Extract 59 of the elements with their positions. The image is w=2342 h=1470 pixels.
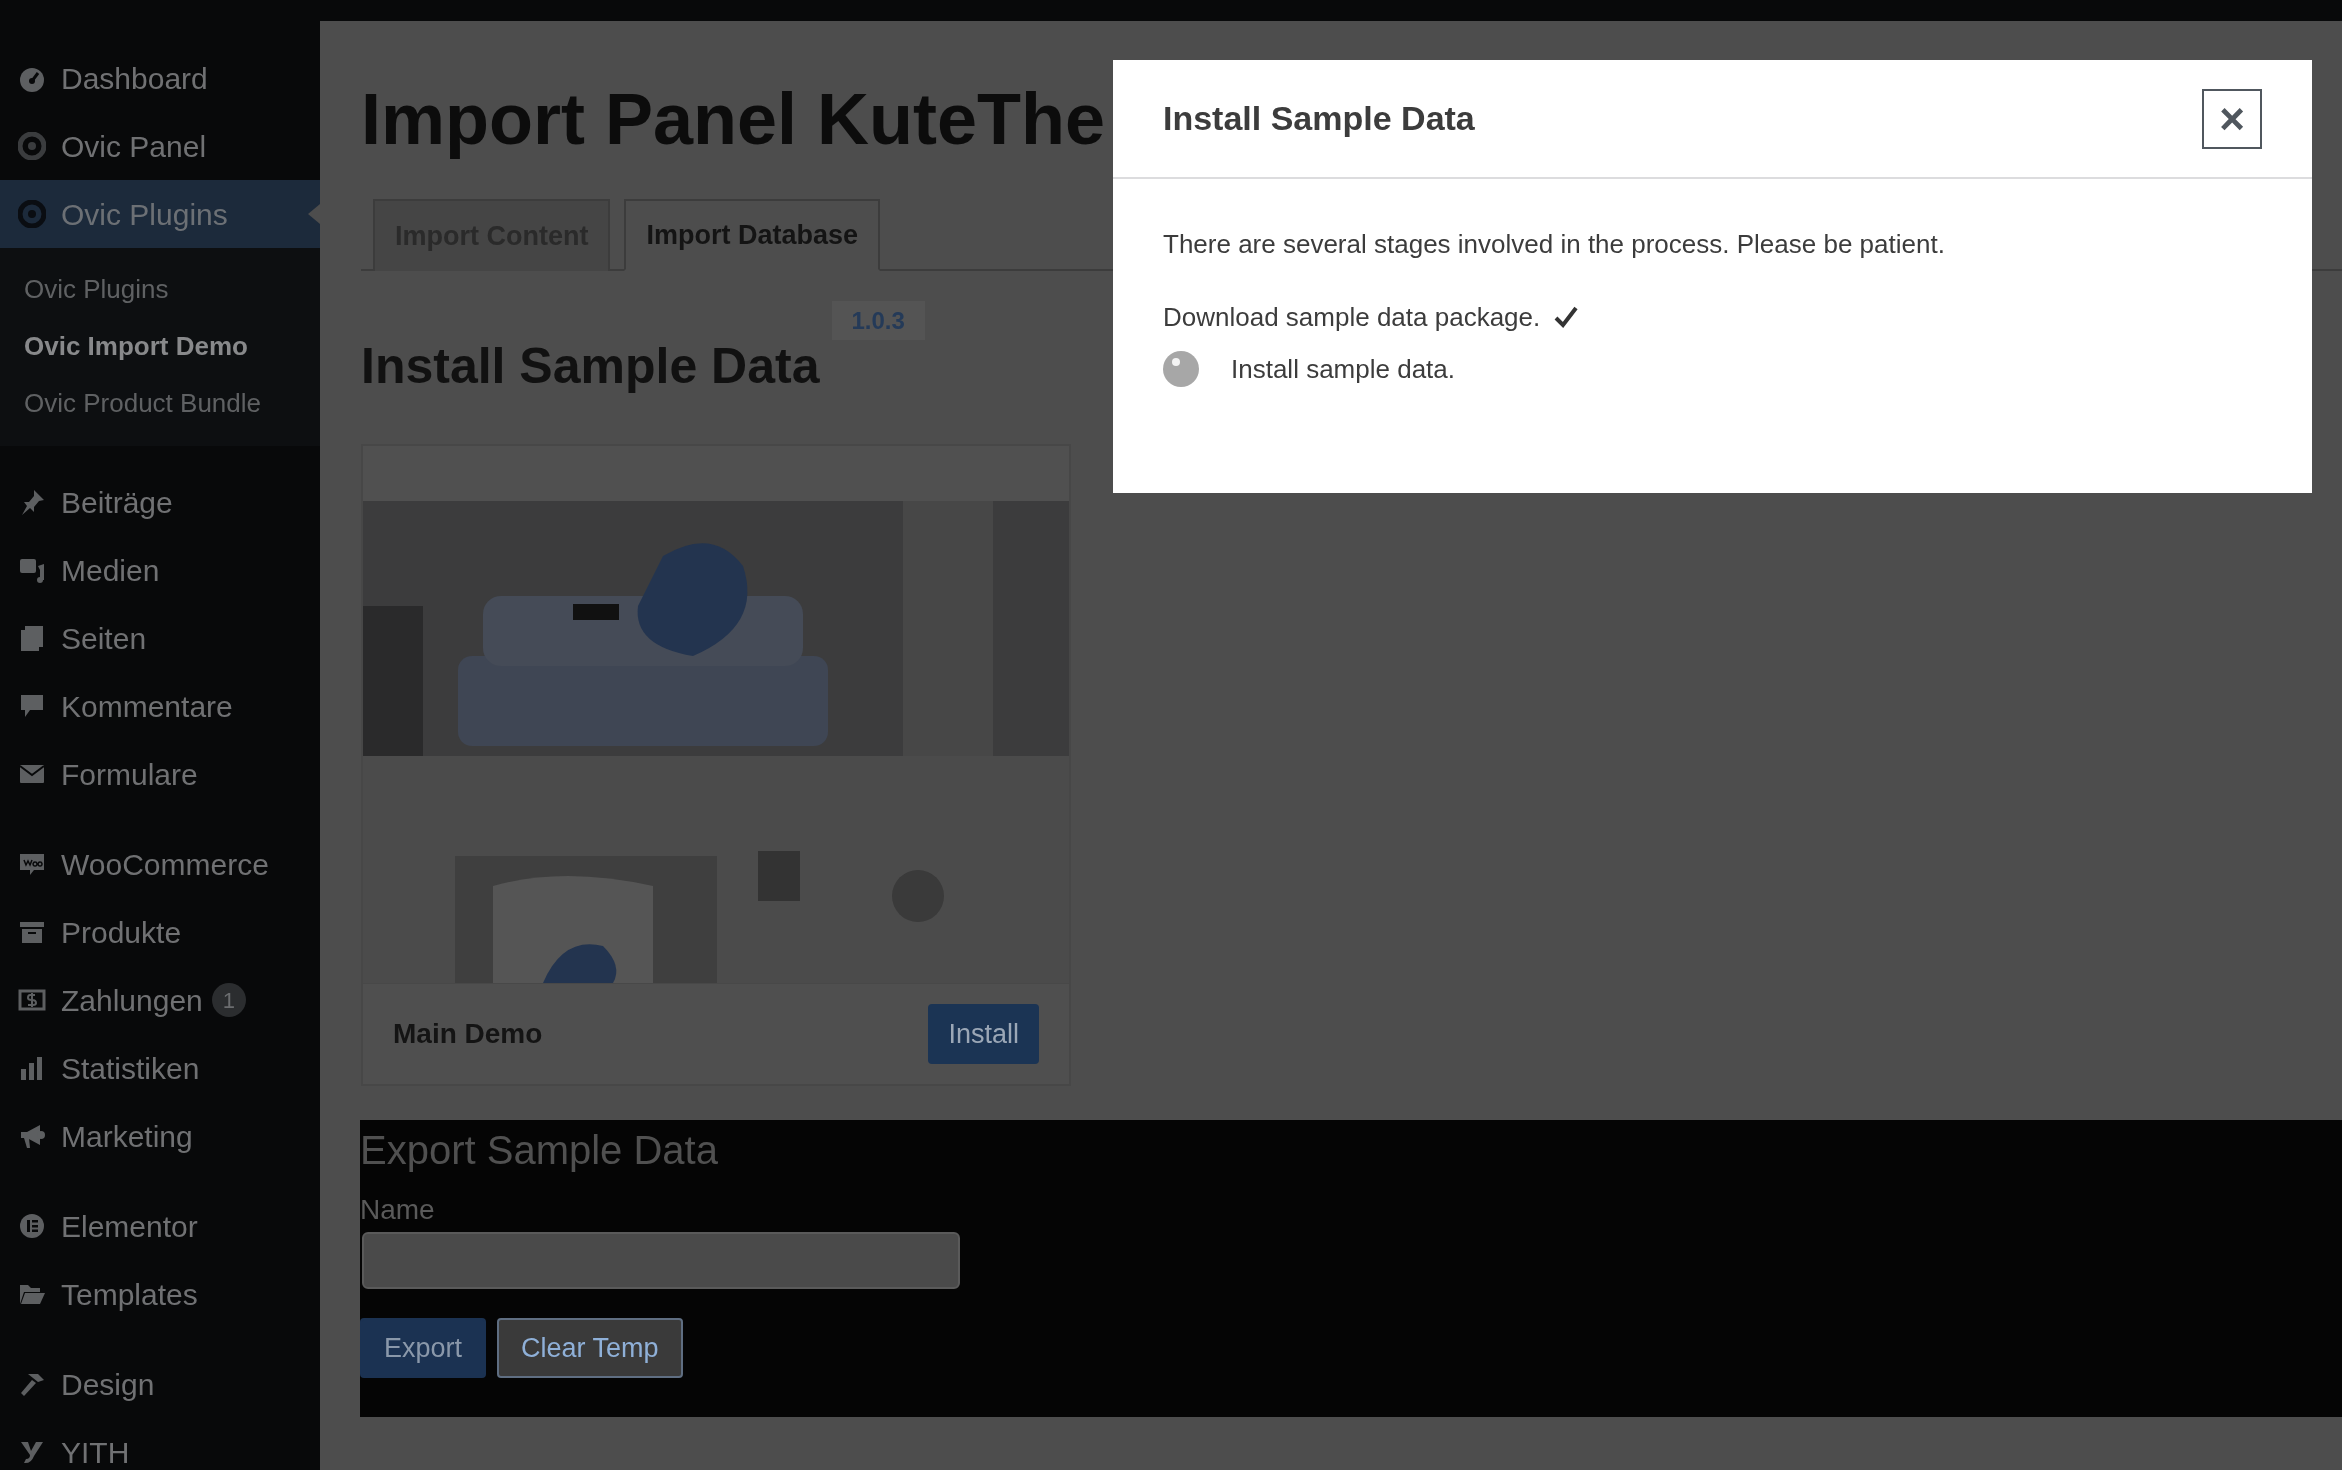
demo-name: Main Demo — [393, 1017, 543, 1051]
section-title: Install Sample Data — [361, 337, 820, 396]
modal-title: Install Sample Data — [1163, 98, 1475, 139]
menu-label: Marketing — [61, 1118, 193, 1155]
menu-item[interactable]: Formulare — [0, 740, 320, 808]
menu-label: Dashboard — [61, 60, 208, 97]
export-button[interactable]: Export — [360, 1318, 487, 1378]
menu-item[interactable]: Ovic Plugins — [0, 180, 320, 248]
menu-label: Ovic Panel — [61, 128, 207, 165]
menu-item[interactable]: Templates — [0, 1260, 320, 1328]
clear-temp-button[interactable]: Clear Temp — [497, 1318, 683, 1378]
step-text: Install sample data. — [1231, 352, 1455, 386]
submenu-item[interactable]: Ovic Import Demo — [0, 318, 320, 375]
close-button[interactable]: × — [2202, 88, 2262, 149]
export-title: Export Sample Data — [360, 1128, 718, 1172]
menu-item[interactable]: Design — [0, 1350, 320, 1418]
menu-label: Kommentare — [61, 688, 233, 725]
intro-text: There are several stages involved in the process. Please be patient. — [1163, 229, 1946, 259]
menu-item[interactable]: Beiträge — [0, 468, 320, 536]
current-pointer — [308, 204, 320, 224]
menu-item[interactable]: Dashboard — [0, 44, 320, 112]
circle-icon — [18, 1212, 46, 1240]
menu-label: Statistiken — [61, 1050, 200, 1087]
menu-label: WooCommerce — [61, 846, 269, 883]
submenu-item[interactable]: Ovic Plugins — [0, 261, 320, 318]
menu-label: Elementor — [61, 1208, 198, 1245]
menu-label: Formulare — [61, 756, 198, 793]
menu-item[interactable]: Medien — [0, 536, 320, 604]
menu-label: Templates — [61, 1276, 198, 1313]
media-icon — [18, 556, 46, 584]
menu-label: Seiten — [61, 620, 147, 657]
menu-label: Zahlungen — [61, 982, 203, 1019]
menu-item[interactable]: Elementor — [0, 1192, 320, 1260]
input-field[interactable] — [362, 1232, 960, 1289]
menu-label: Produkte — [61, 914, 182, 951]
menu-item[interactable]: YITH — [0, 1418, 320, 1470]
menu-item[interactable]: Zahlungen 1 — [0, 966, 320, 1034]
menu-item[interactable]: Seiten — [0, 604, 320, 672]
submenu-item[interactable]: Ovic Product Bundle — [0, 375, 320, 432]
menu-item[interactable]: Kommentare — [0, 672, 320, 740]
megaphone-icon — [18, 1122, 46, 1150]
menu-label: Beiträge — [61, 484, 173, 521]
menu-label: Medien — [61, 552, 160, 589]
menu-item[interactable]: WooCommerce — [0, 830, 320, 898]
menu-item[interactable]: Marketing — [0, 1102, 320, 1170]
tab[interactable]: Import Database — [624, 199, 881, 271]
pages-icon — [18, 624, 46, 652]
menu-item[interactable]: Produkte — [0, 898, 320, 966]
target-icon — [18, 200, 46, 228]
menu-item[interactable]: Statistiken — [0, 1034, 320, 1102]
menu-label: YITH — [61, 1434, 130, 1470]
target-icon — [18, 132, 46, 160]
menu-item[interactable]: Ovic Panel — [0, 112, 320, 180]
install-button[interactable]: Install — [928, 1004, 1039, 1064]
menu-label: Ovic Plugins — [61, 196, 228, 233]
field-label: Name — [360, 1194, 435, 1226]
step-text: Download sample data package. — [1163, 300, 1541, 334]
count-badge: 1 — [211, 983, 246, 1017]
menu-label: Design — [61, 1366, 155, 1403]
